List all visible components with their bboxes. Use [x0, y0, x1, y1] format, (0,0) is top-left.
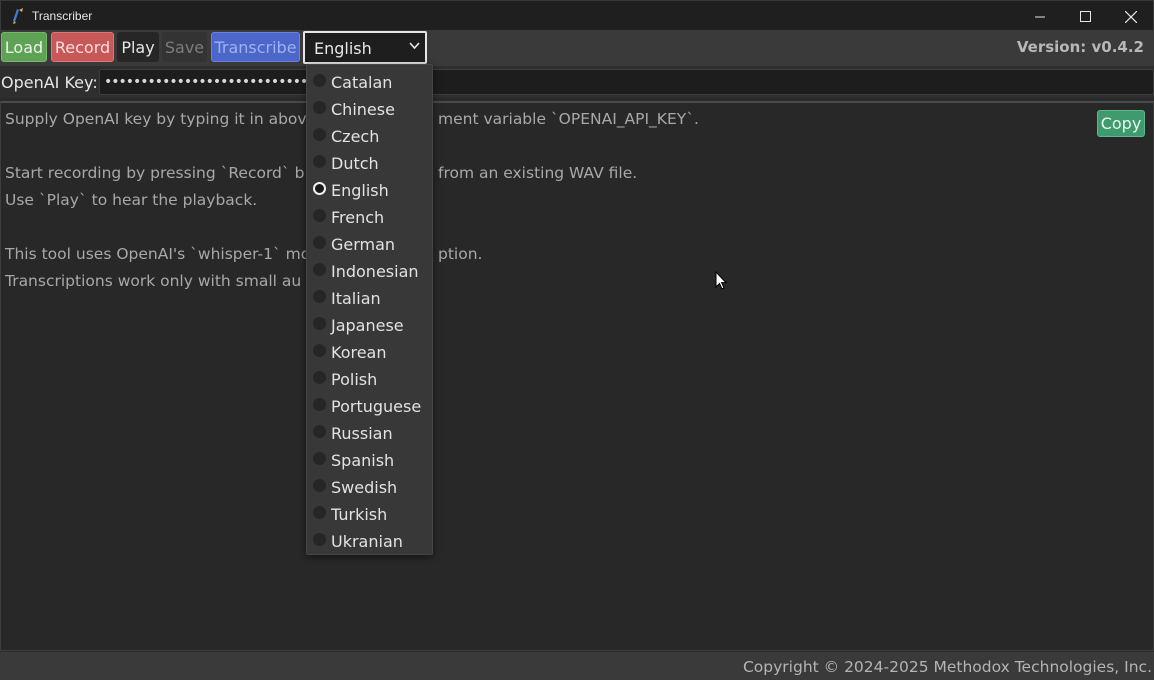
language-option[interactable]: Indonesian [307, 256, 432, 283]
maximize-icon [1079, 11, 1091, 22]
radio-icon [313, 236, 326, 249]
language-option[interactable]: French [307, 202, 432, 229]
radio-icon [313, 344, 326, 357]
title-bar: Transcriber [0, 0, 1154, 31]
language-option[interactable]: Czech [307, 121, 432, 148]
minimize-icon [1035, 16, 1045, 17]
language-option[interactable]: Catalan [307, 67, 432, 94]
language-option[interactable]: German [307, 229, 432, 256]
play-button[interactable]: Play [117, 32, 159, 62]
api-key-input[interactable] [99, 69, 1154, 95]
language-option[interactable]: Ukranian [307, 526, 432, 553]
radio-icon [313, 533, 326, 546]
radio-icon [313, 128, 326, 141]
text-line: Use `Play` to hear the playback. [5, 191, 258, 209]
radio-icon [313, 452, 326, 465]
copy-button[interactable]: Copy [1097, 110, 1145, 137]
language-option[interactable]: Portuguese [307, 391, 432, 418]
load-button[interactable]: Load [1, 32, 47, 62]
window-title: Transcriber [32, 9, 93, 23]
radio-selected-icon [313, 182, 326, 195]
language-option[interactable]: Russian [307, 418, 432, 445]
language-option[interactable]: Swedish [307, 472, 432, 499]
api-key-label: OpenAI Key: [1, 73, 98, 92]
language-option[interactable]: Polish [307, 364, 432, 391]
app-icon [13, 8, 23, 24]
minimize-button[interactable] [1017, 1, 1063, 32]
radio-icon [313, 263, 326, 276]
mouse-cursor-icon [715, 271, 727, 290]
radio-icon [313, 74, 326, 87]
text-line: ption. [438, 245, 483, 263]
language-option[interactable]: Japanese [307, 310, 432, 337]
radio-icon [313, 317, 326, 330]
text-line: from an existing WAV file. [438, 164, 638, 182]
radio-icon [313, 371, 326, 384]
radio-icon [313, 290, 326, 303]
language-option[interactable]: Korean [307, 337, 432, 364]
radio-icon [313, 209, 326, 222]
language-select-value: English [314, 39, 372, 58]
save-button[interactable]: Save [162, 32, 207, 62]
radio-icon [313, 398, 326, 411]
transcribe-button[interactable]: Transcribe [211, 32, 300, 62]
copyright-text: Copyright © 2024-2025 Methodox Technolog… [742, 658, 1152, 676]
radio-icon [313, 425, 326, 438]
radio-icon [313, 101, 326, 114]
api-key-row: OpenAI Key: [0, 66, 1154, 98]
radio-icon [313, 506, 326, 519]
text-line: This tool uses OpenAI's `whisper-1` mo [5, 245, 311, 263]
version-label: Version: v0.4.2 [1016, 38, 1144, 56]
radio-icon [313, 479, 326, 492]
language-option[interactable]: Dutch [307, 148, 432, 175]
close-button[interactable] [1108, 1, 1154, 32]
close-icon [1125, 10, 1137, 23]
toolbar: Load Record Play Save Transcribe English… [0, 31, 1154, 66]
record-button[interactable]: Record [51, 32, 114, 62]
language-option[interactable]: Spanish [307, 445, 432, 472]
chevron-down-icon [409, 42, 420, 50]
status-bar: Copyright © 2024-2025 Methodox Technolog… [0, 652, 1154, 680]
text-line: Transcriptions work only with small au [5, 272, 302, 290]
language-option[interactable]: Italian [307, 283, 432, 310]
text-line: Supply OpenAI key by typing it in above [5, 110, 317, 128]
radio-icon [313, 155, 326, 168]
language-option-selected[interactable]: English [307, 175, 432, 202]
language-select[interactable]: English [303, 31, 427, 64]
text-line: Start recording by pressing `Record` b [5, 164, 305, 182]
text-line: ment variable `OPENAI_API_KEY`. [438, 110, 699, 128]
language-option[interactable]: Turkish [307, 499, 432, 526]
transcript-area[interactable] [0, 101, 1154, 651]
language-option[interactable]: Chinese [307, 94, 432, 121]
language-dropdown: Catalan Chinese Czech Dutch English Fren… [306, 64, 433, 555]
maximize-button[interactable] [1062, 1, 1108, 32]
